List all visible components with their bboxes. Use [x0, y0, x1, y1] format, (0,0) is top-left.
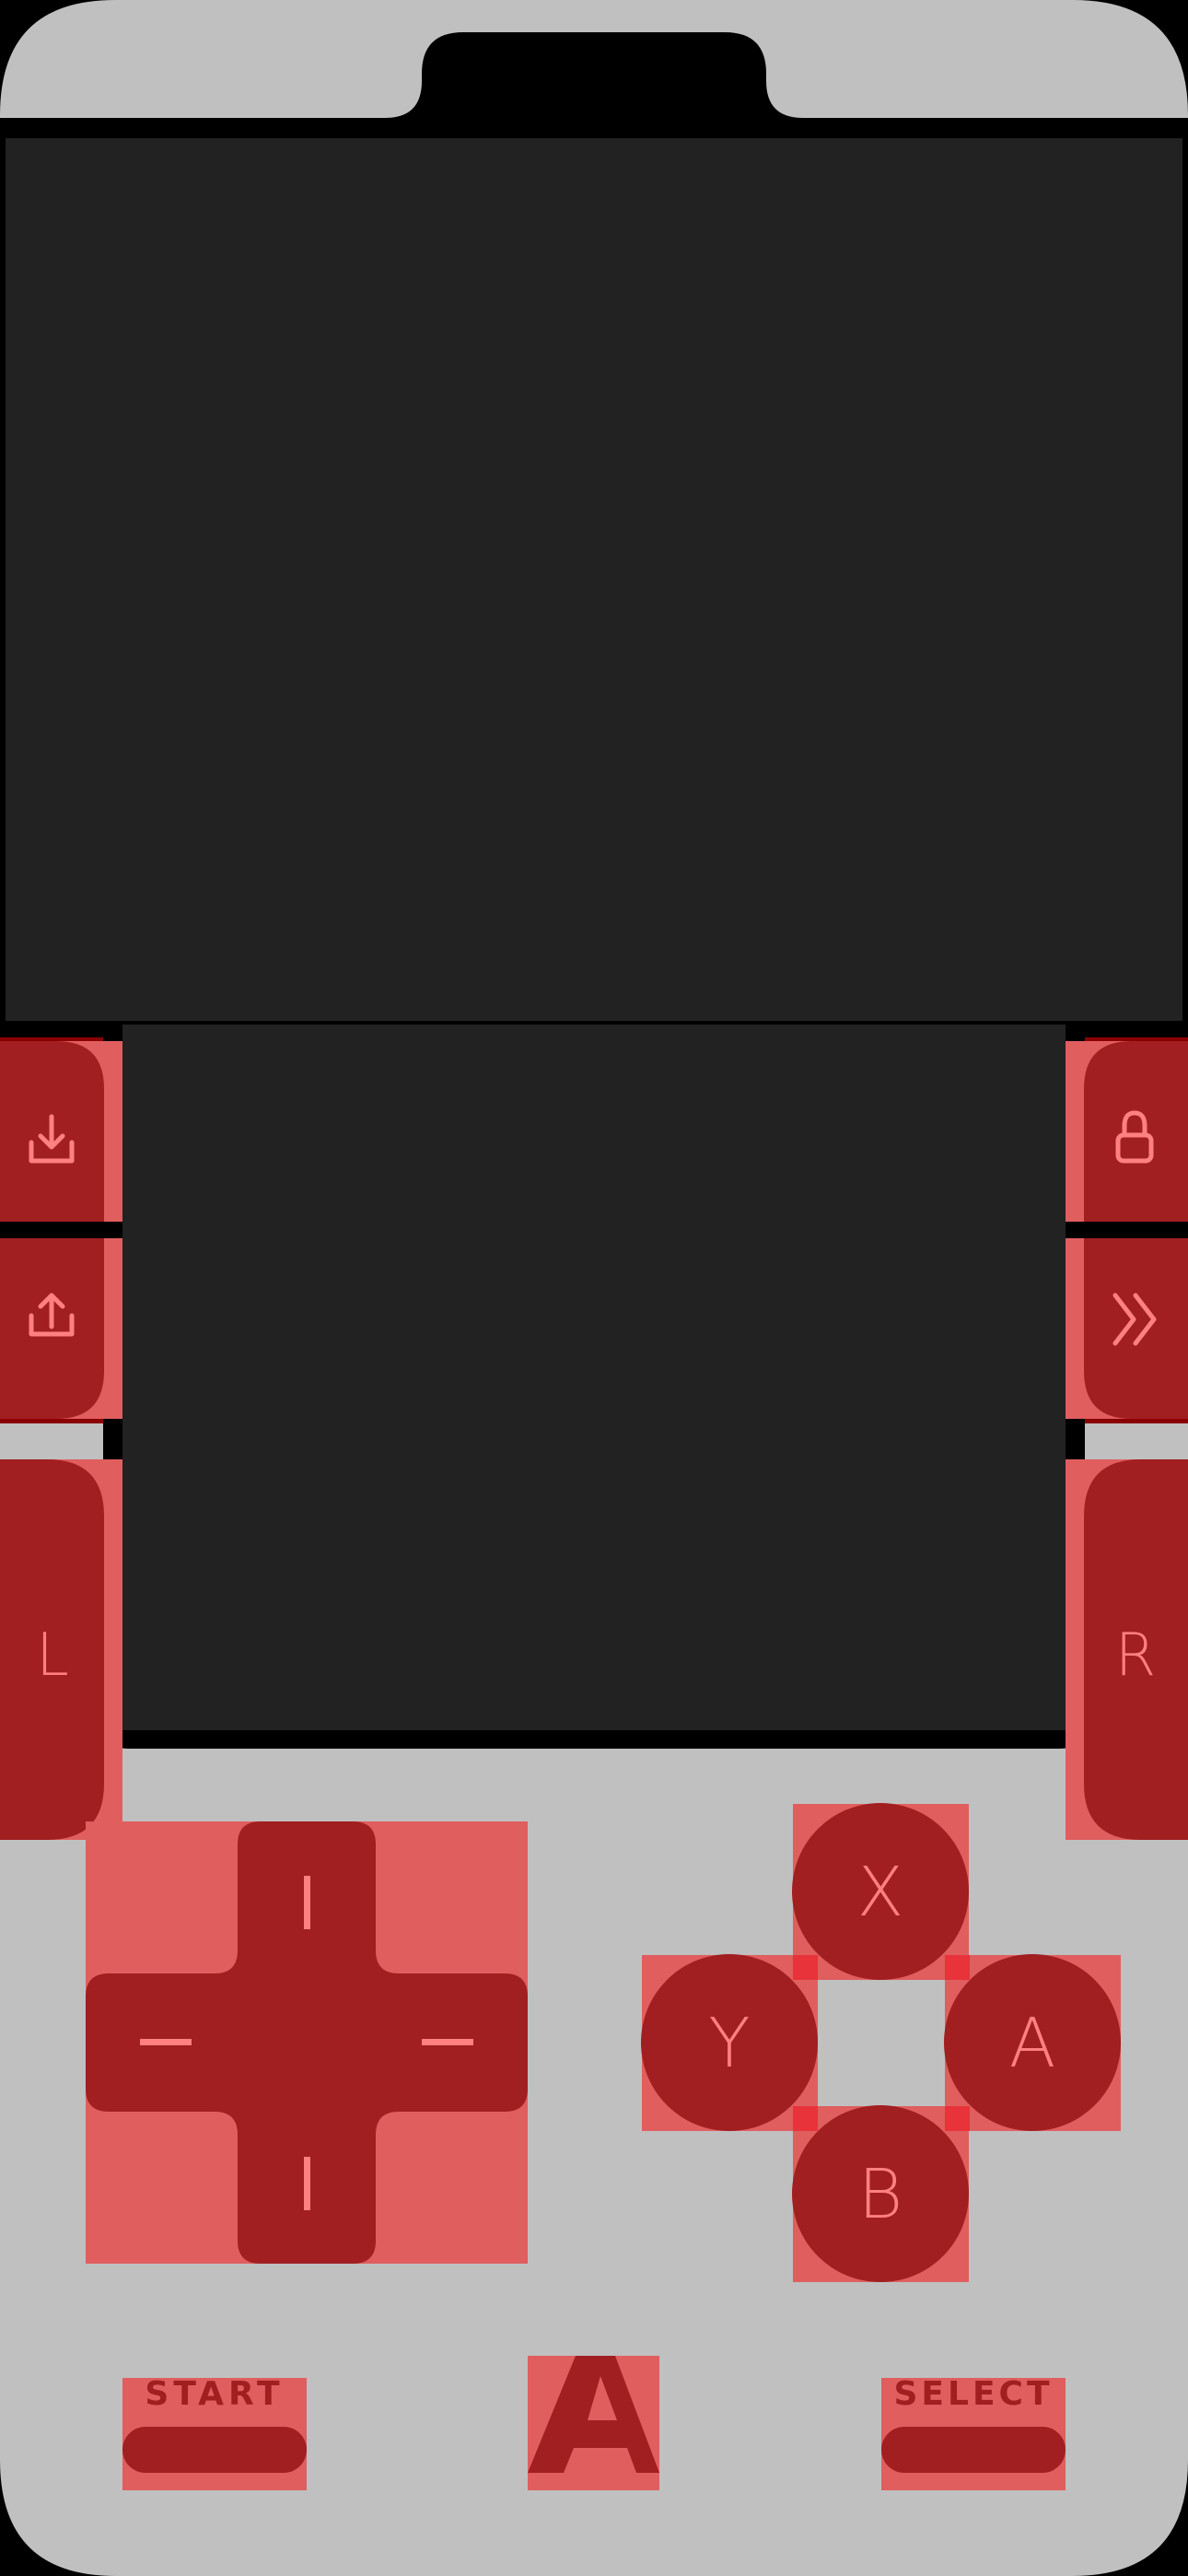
top-game-screen — [6, 138, 1182, 1021]
select-button[interactable]: SELECT — [881, 2375, 1066, 2490]
menu-button[interactable] — [528, 2356, 659, 2490]
x-button[interactable]: X — [792, 1803, 969, 1980]
face-corner-bl — [793, 2106, 818, 2131]
face-corner-tr — [945, 1955, 970, 1980]
face-corner-br — [945, 2106, 970, 2131]
b-button[interactable]: B — [792, 2105, 969, 2282]
y-button[interactable]: Y — [641, 1954, 818, 2131]
a-button[interactable]: A — [944, 1954, 1121, 2131]
select-label: SELECT — [893, 2375, 1053, 2413]
start-pill — [122, 2427, 307, 2473]
y-button-label: Y — [708, 2004, 750, 2083]
start-label: START — [145, 2375, 284, 2413]
select-pill — [881, 2427, 1066, 2473]
bottom-touch-screen[interactable] — [122, 1025, 1066, 1730]
face-corner-tl — [793, 1955, 818, 1980]
lock-button[interactable] — [1066, 1041, 1188, 1222]
dpad[interactable] — [86, 1821, 528, 2264]
load-state-button[interactable] — [0, 1238, 122, 1419]
left-shoulder-button[interactable]: L — [0, 1459, 122, 1840]
dpad-left[interactable] — [140, 2039, 192, 2045]
a-button-label: A — [1009, 2004, 1056, 2083]
right-shoulder-button[interactable]: R — [1066, 1459, 1188, 1840]
save-state-button[interactable] — [0, 1041, 122, 1222]
start-button[interactable]: START — [122, 2375, 307, 2490]
b-button-label: B — [858, 2155, 903, 2234]
dpad-down[interactable] — [304, 2157, 310, 2210]
left-shoulder-label: L — [36, 1622, 69, 1690]
fast-forward-button[interactable] — [1066, 1238, 1188, 1419]
right-shoulder-label: R — [1115, 1622, 1156, 1690]
face-center-gap — [818, 1980, 945, 2106]
x-button-label: X — [857, 1853, 904, 1932]
controller-skin: L R X Y A B START SELECT — [0, 0, 1188, 2576]
dpad-right[interactable] — [422, 2039, 473, 2045]
dpad-up[interactable] — [304, 1876, 310, 1929]
